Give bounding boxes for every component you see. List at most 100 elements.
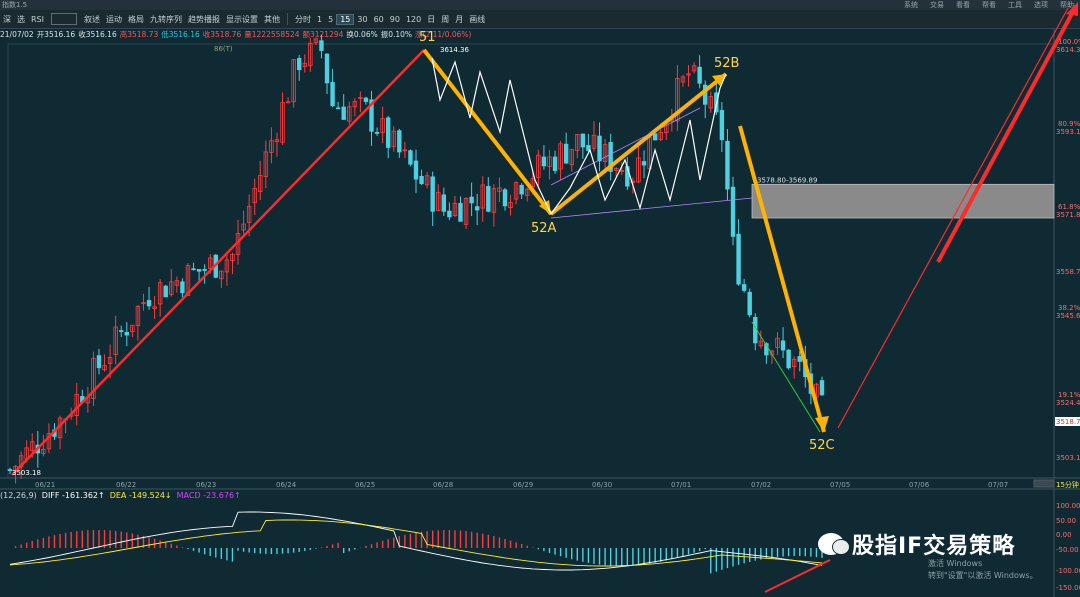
date-tick-label: 06/30 [592,481,612,489]
candle-body [319,40,324,51]
wave-label: 51 [419,30,436,45]
fib-pct-label: 100.0% [1058,38,1080,46]
date-tick-label: 07/02 [751,481,771,489]
candle-body [697,66,702,84]
candle-body [124,331,129,336]
activate-windows-notice: 激活 Windows 转到"设置"以激活 Windows。 [928,558,1038,582]
activate-title: 激活 Windows [928,559,983,568]
candle-body [146,300,152,307]
candle-body [96,355,102,369]
date-tick-label: 06/22 [116,481,136,489]
candle-body [119,330,124,332]
candle-body [819,380,825,396]
wave-up-line-1 [11,49,425,476]
candle-body [747,291,752,316]
macd-legend: (12,26,9) DIFF -161.362↑ DEA -149.524↓ M… [0,489,246,501]
candle-body [196,269,202,272]
candle-body [408,150,413,165]
date-tick-label: 07/01 [671,481,691,489]
candle-body [324,53,330,84]
macd-axis-label: -150.00 [1056,584,1080,592]
low-price-label: 3503.18 [12,469,41,477]
candle-body [330,82,335,107]
candle-body [202,269,207,271]
macd-diff-label: DIFF -161.362↑ [41,490,105,500]
period-label: 15分钟 [1056,480,1079,489]
candle-body [641,161,647,166]
plot-frame [7,43,1055,479]
macd-axis-label: 50.00 [1056,517,1076,525]
date-tick-label: 06/28 [433,481,453,489]
wave-52c-line [738,125,826,433]
channel-lower-line [550,197,753,219]
fib-pct-label: 61.8% [1058,203,1080,211]
date-tick-label: 06/25 [355,481,375,489]
candlestick-chart[interactable]: 3578.80-3569.89 51 52A 52B 52C 3614.36 3503.18… [0,0,1080,597]
watermark-text: 股指IF交易策略 [852,534,1016,559]
candle-body [580,133,586,148]
candle-body [419,175,424,185]
price-tick-label: 3545.65 [1056,312,1080,320]
fib-pct-label: 38.2% [1058,304,1080,312]
candle-body [335,107,341,110]
date-tick-label: 07/07 [988,481,1008,489]
date-tick-label: 06/29 [513,481,533,489]
candle-body [163,285,168,298]
date-tick-label: 06/23 [196,481,216,489]
candle-body [797,356,802,362]
macd-dea-label: DEA -149.524↓ [109,490,172,500]
candle-body [458,203,463,222]
candle-body [730,186,736,237]
candle-body [297,58,302,71]
date-tick-label: 06/24 [276,481,297,489]
candle-body [341,106,346,120]
candle-body [563,143,569,164]
macd-params: (12,26,9) [0,490,37,500]
candle-body [519,184,524,195]
macd-histogram [14,530,823,574]
macd-trend-line [764,559,831,593]
candle-body [385,117,391,148]
price-tick-label: 3503.18 [1056,454,1080,462]
activate-subtitle: 转到"设置"以激活 Windows。 [928,571,1038,580]
candle-body [397,130,402,153]
macd-axis-label: 100.00 [1056,502,1080,510]
date-tick-label: 06/21 [35,481,55,489]
macd-axis-label: 0.00 [1056,531,1072,539]
candle-body [502,189,508,207]
macd-value-label: MACD -23.676↑ [176,490,241,500]
date-tick-label: 07/05 [830,481,850,489]
candle-body [469,196,474,204]
fib-pct-label: 80.9% [1058,120,1080,128]
resistance-zone-label: 3578.80-3569.89 [757,176,817,184]
candle-body [180,281,185,294]
price-tick-label: 3571.88 [1056,211,1080,219]
candle-body [552,156,558,171]
macd-axis-label: -100.00 [1056,567,1080,575]
resistance-zone [751,183,1055,219]
price-tick-label: 3614.36 [1056,46,1080,54]
watermark: 股指IF交易策略 [818,528,1015,560]
candle-body [191,268,196,271]
wave-label: 52C [809,438,835,453]
candle-body [719,110,725,141]
candle-body [374,131,380,134]
price-tick-label: 3593.12 [1056,128,1080,136]
date-tick-label: 07/06 [909,481,930,489]
candle-body [597,135,602,162]
price-tick-label: 3558.77 [1056,268,1080,276]
ma-label: 86(T) [214,45,233,53]
candle-body [486,185,491,212]
high-price-label: 3614.36 [440,46,469,54]
wave-label: 52B [714,56,739,71]
candle-body [474,206,480,211]
candle-body [736,233,741,285]
candle-body [541,156,547,167]
candle-body [725,140,730,190]
candle-body [652,133,658,141]
price-tick-label: 3518.76 [1056,418,1080,426]
candle-body [413,160,419,180]
scroll-thumb [1033,479,1055,488]
candle-body [741,284,747,291]
candles [7,34,825,484]
